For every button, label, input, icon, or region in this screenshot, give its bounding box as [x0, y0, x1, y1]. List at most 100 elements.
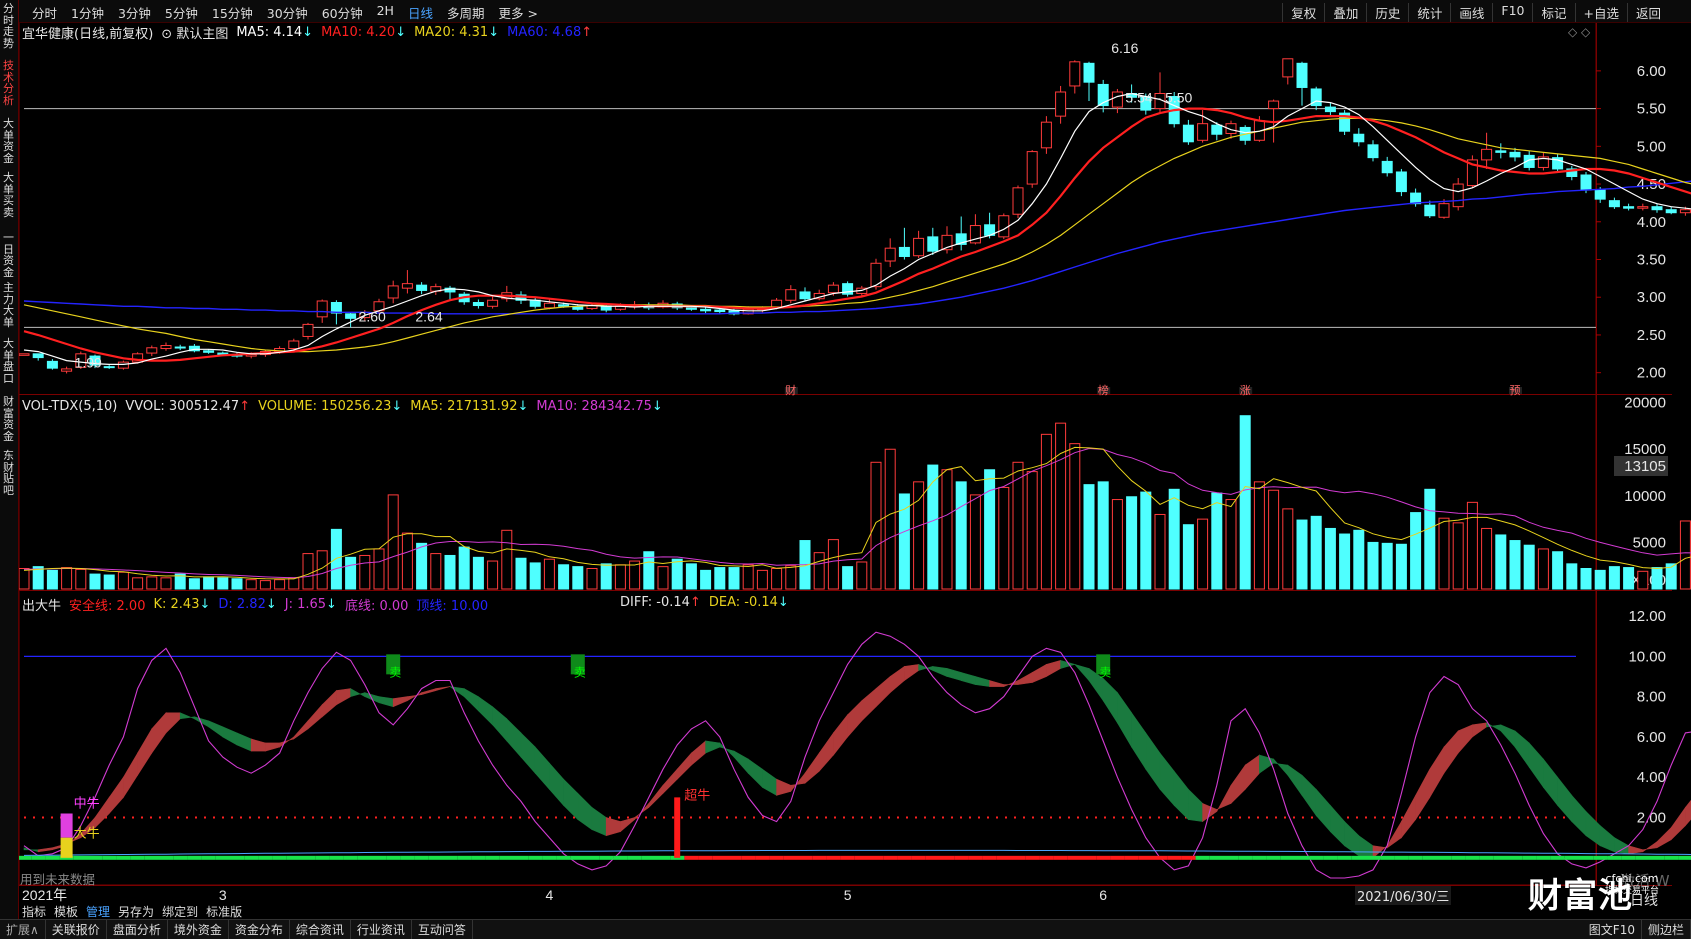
- status-item-9[interactable]: 侧边栏: [1642, 920, 1691, 939]
- candle-body: [543, 302, 555, 309]
- main-chart-header: 宜华健康(日线,前复权) ⊙ 默认主图 MA5: 4.14↓ MA10: 4.2…: [22, 23, 592, 42]
- kd-ribbon-segment: [165, 712, 181, 734]
- volume-bar: [430, 553, 442, 590]
- sidebar-item-4[interactable]: 一日资金: [1, 232, 16, 278]
- tool-button-8[interactable]: 返回: [1626, 3, 1669, 22]
- candle-body: [884, 247, 896, 262]
- kd-ribbon-segment: [321, 689, 337, 718]
- kd-ribbon-segment: [1585, 810, 1601, 847]
- kd-ribbon-segment: [989, 680, 1005, 687]
- sidebar-item-3[interactable]: 大单买卖: [1, 172, 16, 218]
- tool-button-7[interactable]: +自选: [1574, 3, 1627, 22]
- status-item-0[interactable]: 扩展∧: [0, 920, 46, 939]
- indicator-tab-3[interactable]: 另存为: [114, 903, 158, 920]
- kd-ribbon-segment: [1614, 837, 1629, 855]
- kd-ribbon-segment: [1401, 795, 1416, 839]
- collapse-icon[interactable]: ◇ ◇: [1568, 25, 1591, 39]
- tool-button-3[interactable]: 统计: [1408, 3, 1450, 22]
- kd-ribbon-segment: [506, 718, 522, 758]
- trend-band-segment: [1621, 855, 1636, 860]
- volume-indicator-name[interactable]: VOL-TDX(5,10): [22, 399, 117, 414]
- volume-bar: [813, 552, 825, 590]
- trend-band-segment: [1153, 855, 1168, 860]
- trend-band-segment: [1067, 855, 1082, 860]
- candle-body: [117, 361, 129, 369]
- candle-body: [827, 284, 839, 294]
- indicator-tick-label: 4.00: [1637, 769, 1666, 786]
- period-tab-7[interactable]: 2H: [371, 3, 402, 22]
- status-item-6[interactable]: 行业资讯: [351, 920, 412, 939]
- trend-band-segment: [542, 855, 557, 860]
- indicator-name[interactable]: 出大牛: [22, 595, 61, 614]
- trend-band-segment: [854, 855, 869, 860]
- trend-band-segment: [258, 855, 273, 860]
- event-marker[interactable]: 财: [785, 383, 796, 397]
- template-selector[interactable]: ⊙ 默认主图: [161, 23, 228, 42]
- sidebar-item-5[interactable]: 主力大单: [1, 282, 16, 328]
- indicator-tab-4[interactable]: 绑定到: [158, 903, 202, 920]
- sidebar-item-0[interactable]: 分时走势: [1, 3, 16, 49]
- period-tab-6[interactable]: 60分钟: [316, 3, 371, 22]
- candle-body: [32, 353, 44, 359]
- tool-button-0[interactable]: 复权: [1282, 3, 1324, 22]
- kd-ribbon-segment: [492, 706, 508, 742]
- status-item-8[interactable]: 图文F10: [1583, 920, 1642, 939]
- kd-ribbon-segment: [549, 762, 564, 807]
- kd-ribbon-segment: [1216, 785, 1232, 812]
- period-tab-2[interactable]: 3分钟: [112, 3, 159, 22]
- tool-button-2[interactable]: 历史: [1366, 3, 1408, 22]
- tool-button-4[interactable]: 画线: [1450, 3, 1492, 22]
- sidebar-item-1[interactable]: 技术分析: [1, 60, 16, 106]
- tool-button-5[interactable]: F10: [1492, 3, 1532, 22]
- trend-band-segment: [656, 855, 671, 860]
- status-item-4[interactable]: 资金分布: [229, 920, 290, 939]
- indicator-tab-5[interactable]: 标准版: [202, 903, 246, 920]
- volume-bar: [1126, 496, 1138, 590]
- kd-ribbon-segment: [762, 768, 777, 796]
- status-item-1[interactable]: 关联报价: [46, 920, 107, 939]
- candle-body: [1182, 124, 1194, 143]
- status-item-7[interactable]: 互动问答: [412, 920, 473, 939]
- volume-bar: [1111, 499, 1123, 590]
- volume-bar: [1452, 522, 1464, 590]
- period-tab-8[interactable]: 日线: [402, 3, 441, 22]
- trend-band-segment: [641, 855, 656, 860]
- period-tab-4[interactable]: 15分钟: [206, 3, 261, 22]
- period-tab-1[interactable]: 1分钟: [65, 3, 112, 22]
- candle-body: [1452, 183, 1464, 208]
- period-tab-10[interactable]: 更多 >: [492, 3, 545, 22]
- indicator-tab-1[interactable]: 模板: [50, 903, 82, 920]
- tool-button-6[interactable]: 标记: [1532, 3, 1574, 22]
- kd-ribbon-segment: [208, 720, 224, 738]
- sidebar-item-7[interactable]: 财富资金: [1, 396, 16, 442]
- volume-bar: [345, 556, 357, 590]
- stock-title: 宜华健康(日线,前复权): [22, 27, 154, 42]
- period-tab-9[interactable]: 多周期: [441, 3, 493, 22]
- status-item-5[interactable]: 综合资讯: [290, 920, 351, 939]
- event-marker[interactable]: 涨: [1240, 384, 1251, 397]
- bull-bar: [60, 837, 73, 858]
- period-tab-5[interactable]: 30分钟: [261, 3, 316, 22]
- kd-ribbon-segment: [1131, 711, 1147, 771]
- sidebar-item-8[interactable]: 东财贴吧: [1, 450, 16, 496]
- sidebar-item-2[interactable]: 大单资金: [1, 118, 16, 164]
- status-item-3[interactable]: 境外资金: [168, 920, 229, 939]
- tool-button-1[interactable]: 叠加: [1324, 3, 1366, 22]
- trend-band-segment: [1209, 855, 1224, 860]
- kd-ribbon-segment: [1244, 754, 1260, 791]
- period-tab-3[interactable]: 5分钟: [159, 3, 206, 22]
- volume-bar: [1310, 515, 1322, 590]
- event-marker[interactable]: 榜: [1098, 383, 1109, 397]
- kd-ribbon-segment: [250, 738, 266, 752]
- volume-bar: [1580, 568, 1592, 590]
- indicator-tab-2[interactable]: 管理: [82, 903, 114, 920]
- trend-band-segment: [1195, 855, 1210, 860]
- sidebar-item-6[interactable]: 大单盘口: [1, 338, 16, 384]
- vvol-label: VVOL: 300512.47↑: [125, 399, 251, 414]
- event-marker[interactable]: 预: [1510, 384, 1521, 397]
- kd-ribbon-segment: [662, 768, 678, 795]
- status-item-2[interactable]: 盘面分析: [107, 920, 168, 939]
- kd-ribbon-segment: [577, 792, 593, 831]
- period-tab-0[interactable]: 分时: [26, 3, 65, 22]
- indicator-tab-0[interactable]: 指标: [18, 903, 50, 920]
